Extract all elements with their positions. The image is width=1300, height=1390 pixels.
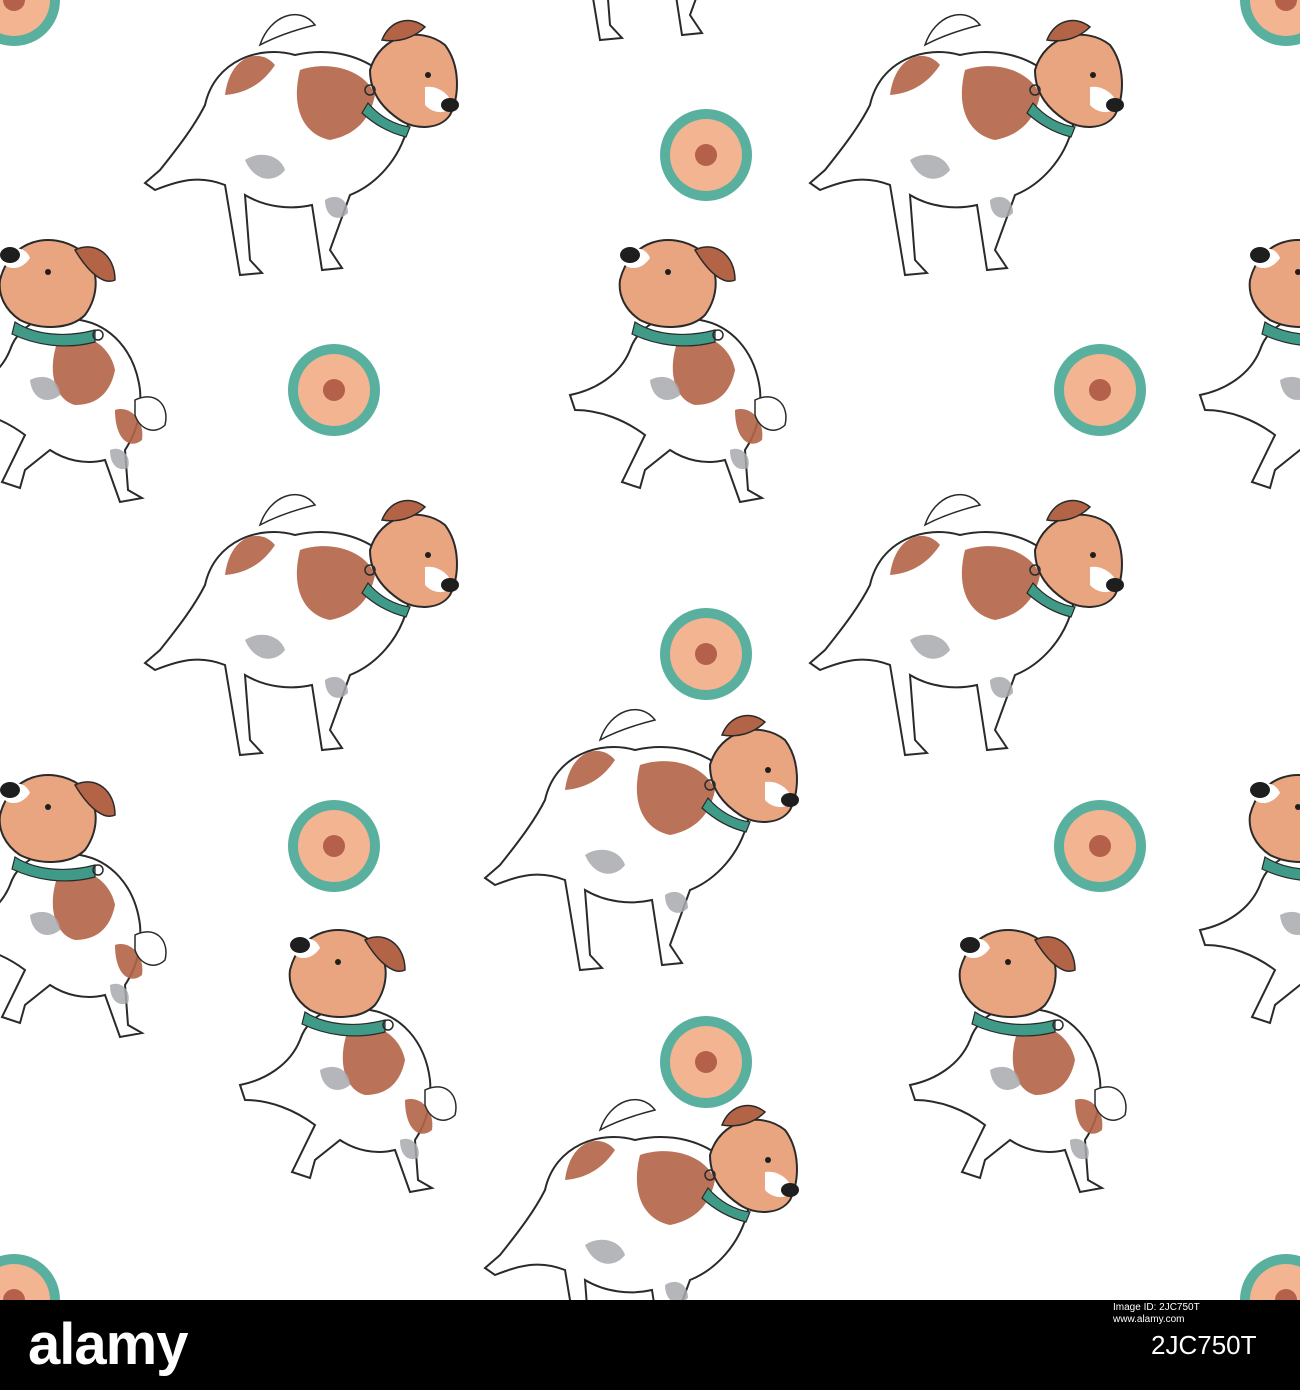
dog-side-view-icon [484, 708, 800, 971]
dog-side-view-icon [809, 13, 1125, 276]
ball-icon [660, 1016, 752, 1108]
dog-side-view-icon [484, 1098, 800, 1300]
watermark-footer: alamy Image ID: 2JC750T www.alamy.com 2J… [0, 1300, 1300, 1390]
dog-looking-up-icon [1199, 239, 1300, 503]
dog-side-view-icon [504, 0, 820, 41]
alamy-logo: alamy [28, 1312, 188, 1377]
image-id: 2JC750T [1151, 1330, 1257, 1360]
dogs-layer [0, 0, 1300, 1300]
ball-icon [660, 109, 752, 201]
dog-looking-up-icon [0, 774, 167, 1038]
dog-side-view-icon [144, 13, 460, 276]
dog-side-view-icon [144, 493, 460, 756]
dog-looking-up-icon [909, 929, 1127, 1193]
seamless-pattern [0, 0, 1300, 1300]
ball-icon [288, 344, 380, 436]
ball-icon [288, 800, 380, 892]
ball-icon [0, 1254, 60, 1300]
dog-looking-up-icon [239, 929, 457, 1193]
dog-looking-up-icon [0, 239, 167, 503]
ball-icon [1240, 0, 1300, 46]
ball-icon [1054, 800, 1146, 892]
ball-icon [0, 0, 60, 46]
dog-side-view-icon [809, 493, 1125, 756]
ball-icon [660, 608, 752, 700]
ball-icon [1054, 344, 1146, 436]
side-meta-line: Image ID: 2JC750T [1113, 1302, 1200, 1313]
stock-image: alamy Image ID: 2JC750T www.alamy.com 2J… [0, 0, 1300, 1390]
dog-looking-up-icon [569, 239, 787, 503]
dog-looking-up-icon [1199, 774, 1300, 1038]
ball-icon [1240, 1254, 1300, 1300]
